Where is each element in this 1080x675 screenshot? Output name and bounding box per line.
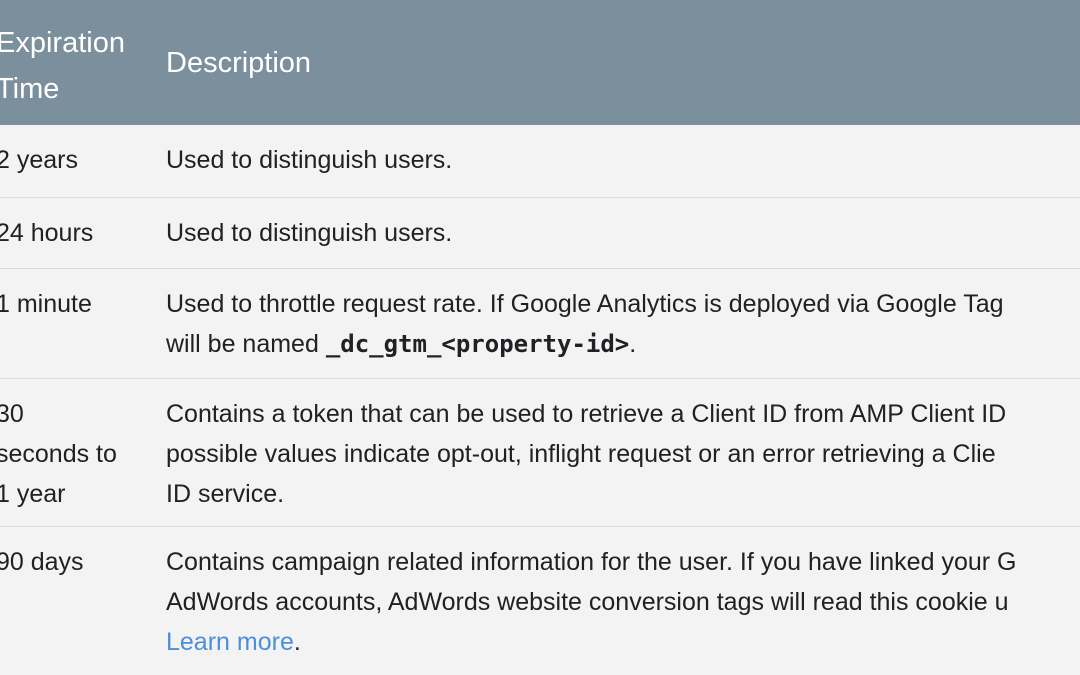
- description-cell: Contains campaign related information fo…: [166, 542, 1016, 662]
- table-row: 90 days Contains campaign related inform…: [0, 527, 1080, 675]
- description-line: AdWords accounts, AdWords website conver…: [166, 588, 1009, 616]
- description-line: Contains campaign related information fo…: [166, 548, 1017, 576]
- description-text: .: [293, 628, 301, 656]
- expiration-cell: 30 seconds to 1 year: [0, 400, 117, 508]
- description-line: Used to distinguish users.: [166, 146, 453, 174]
- description-cell: Used to distinguish users.: [166, 213, 452, 253]
- description-line: ID service.: [166, 480, 285, 508]
- description-line: Used to distinguish users.: [166, 219, 453, 247]
- expiration-cell: 2 years: [0, 146, 78, 174]
- description-cell: Used to throttle request rate. If Google…: [166, 284, 1004, 364]
- expiration-cell: 1 minute: [0, 290, 92, 318]
- description-text: will be named: [166, 330, 326, 358]
- description-line: will be named _dc_gtm_<property-id>.: [166, 324, 1004, 364]
- cookie-name-code: _dc_gtm_<property-id>: [325, 330, 630, 358]
- description-line: possible values indicate opt-out, inflig…: [166, 440, 996, 468]
- table-row: 1 minute Used to throttle request rate. …: [0, 269, 1080, 379]
- cookie-table: Expiration Time Description 2 years Used…: [0, 0, 1080, 675]
- description-cell: Contains a token that can be used to ret…: [166, 394, 1006, 514]
- description-cell: Used to distinguish users.: [166, 140, 452, 180]
- description-line: Used to throttle request rate. If Google…: [166, 290, 1004, 318]
- description-line: Contains a token that can be used to ret…: [166, 400, 1007, 428]
- table-row: 24 hours Used to distinguish users.: [0, 198, 1080, 269]
- table-row: 2 years Used to distinguish users.: [0, 125, 1080, 198]
- header-description: Description: [166, 47, 312, 79]
- table-header: Expiration Time Description: [0, 0, 1080, 125]
- description-line: Learn more.: [166, 622, 1016, 662]
- description-text: .: [629, 330, 637, 358]
- expiration-cell: 90 days: [0, 548, 84, 576]
- header-expiration-time: Expiration Time: [0, 27, 125, 105]
- expiration-cell: 24 hours: [0, 219, 94, 247]
- table-row: 30 seconds to 1 year Contains a token th…: [0, 379, 1080, 527]
- learn-more-link[interactable]: Learn more: [166, 628, 294, 656]
